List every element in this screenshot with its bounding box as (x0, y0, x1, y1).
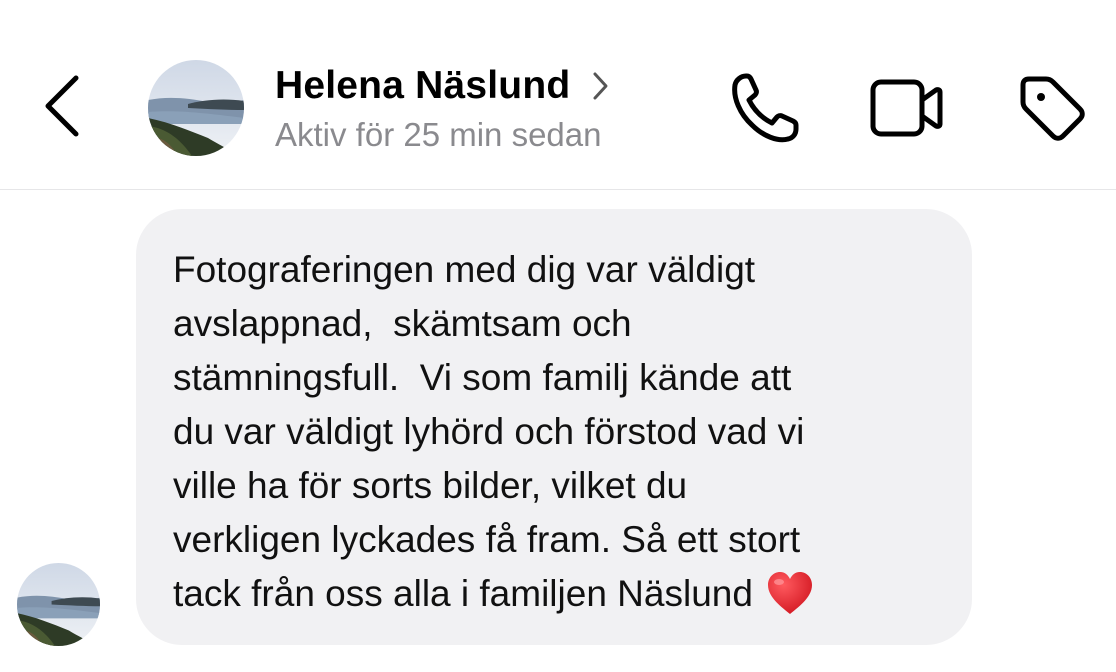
message-line: verkligen lyckades få fram. Så ett stort (173, 519, 801, 560)
active-status: Aktiv för 25 min sedan (275, 116, 602, 153)
contact-name: Helena Näslund (275, 64, 571, 107)
contact-name-link[interactable]: Helena Näslund (275, 62, 612, 110)
message-line-last: tack från oss alla i familjen Näslund (173, 567, 952, 621)
message-line: ville ha för sorts bilder, vilket du (173, 465, 688, 506)
chat-header: Helena Näslund Aktiv för 25 min sedan (0, 0, 1116, 190)
phone-icon (732, 73, 799, 143)
message-line: du var väldigt lyhörd och förstod vad vi (173, 411, 805, 452)
back-button[interactable] (36, 70, 88, 142)
message-line: Fotograferingen med dig var väldigt (173, 249, 756, 290)
contact-avatar[interactable] (148, 60, 244, 156)
video-call-button[interactable] (866, 68, 946, 148)
chevron-left-icon (45, 75, 79, 137)
tag-icon (1020, 76, 1085, 141)
message-bubble[interactable]: Fotograferingen med dig var väldigt avsl… (136, 209, 972, 645)
message-line-text: tack från oss alla i familjen Näslund (173, 573, 753, 614)
tag-button[interactable] (1012, 68, 1092, 148)
call-button[interactable] (724, 68, 804, 148)
message-line: stämningsfull. Vi som familj kände att (173, 357, 792, 398)
landscape-photo (148, 60, 244, 156)
chevron-right-icon (593, 72, 608, 100)
sender-avatar[interactable] (17, 563, 100, 646)
landscape-photo (17, 563, 100, 646)
message-line: avslappnad, skämtsam och (173, 303, 632, 344)
heart-emoji-icon (767, 572, 812, 614)
video-camera-icon (870, 79, 943, 137)
